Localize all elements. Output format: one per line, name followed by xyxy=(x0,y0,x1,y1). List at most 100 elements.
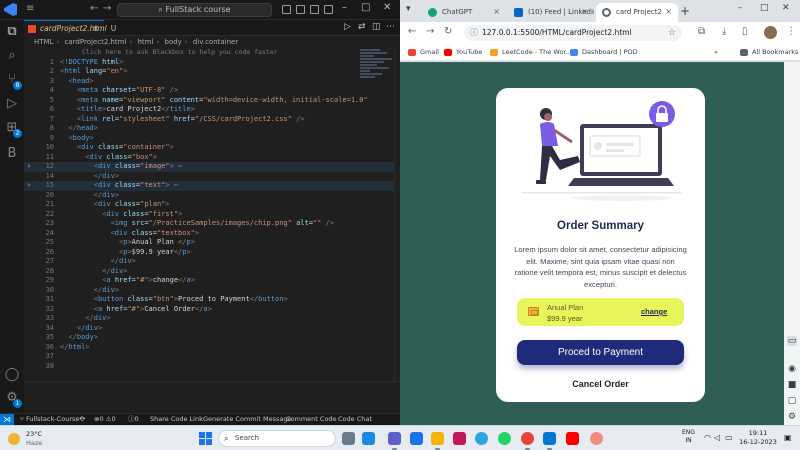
breadcrumb-item[interactable]: body xyxy=(165,38,182,46)
vscode-icon[interactable] xyxy=(543,432,556,450)
code-editor[interactable]: Click here to ask Blackbox to help you c… xyxy=(24,48,400,381)
code-line[interactable]: 14 </div> xyxy=(24,172,400,182)
code-line[interactable]: 8 </head> xyxy=(24,124,400,134)
weather-widget[interactable]: 23°C Haze xyxy=(8,429,68,449)
profile-avatar[interactable] xyxy=(764,26,777,39)
fold-chevron-icon[interactable]: › xyxy=(24,181,34,191)
code-line[interactable]: 32 <a href="#">Cancel Order</a> xyxy=(24,305,400,315)
app-icon[interactable] xyxy=(453,432,466,445)
customize-layout-icon[interactable] xyxy=(324,5,333,14)
blackbox-hint[interactable]: Click here to ask Blackbox to help you c… xyxy=(82,48,278,56)
telegram-icon[interactable] xyxy=(475,432,488,445)
code-line[interactable]: 23 <img src="/PracticeSamples/images/chi… xyxy=(24,219,400,229)
cancel-order-link[interactable]: Cancel Order xyxy=(496,379,705,389)
comment-code[interactable]: Comment Code xyxy=(286,414,337,425)
change-plan-link[interactable]: change xyxy=(641,307,667,316)
chrome-menu-icon[interactable]: ⋮ xyxy=(786,26,796,37)
code-line[interactable]: 27 </div> xyxy=(24,257,400,267)
problems-status[interactable]: ⊗0 ⚠0 xyxy=(94,414,116,425)
breadcrumb-item[interactable]: div.container xyxy=(193,38,238,46)
code-line[interactable]: 29 <a href="#">change</a> xyxy=(24,276,400,286)
code-line[interactable]: 5 <meta name="viewport" content="width=d… xyxy=(24,96,400,106)
code-chat[interactable]: Code Chat xyxy=(338,414,372,425)
bookmark-youtube[interactable]: YouTube xyxy=(444,44,482,61)
source-control-icon[interactable]: ⑂ 8 xyxy=(4,72,22,90)
minimize-icon[interactable]: – xyxy=(738,3,743,13)
code-line[interactable]: 26 <p>$99.9 year</p> xyxy=(24,248,400,258)
breadcrumb-item[interactable]: html xyxy=(138,38,154,46)
code-line[interactable]: 20 </div> xyxy=(24,191,400,201)
wifi-icon[interactable]: ◠ xyxy=(704,433,711,442)
language-indicator[interactable]: ENG IN xyxy=(682,429,695,445)
code-line[interactable]: 35 </body> xyxy=(24,333,400,343)
code-line[interactable]: 3 <head> xyxy=(24,77,400,87)
code-line[interactable]: 31 <button class="btn">Proced to Payment… xyxy=(24,295,400,305)
tab-close-icon[interactable]: × xyxy=(493,3,500,21)
code-line[interactable]: 9 <body> xyxy=(24,134,400,144)
screen-icon[interactable]: ▢ xyxy=(787,396,797,406)
tab-close-icon[interactable]: × xyxy=(581,3,588,21)
code-line[interactable]: 37 xyxy=(24,352,400,362)
taskbar-search[interactable]: ⌕ Search xyxy=(218,430,336,447)
teams-icon[interactable] xyxy=(388,432,401,450)
toggle-panel-icon[interactable] xyxy=(296,5,305,14)
settings-gear-icon[interactable]: ⚙ xyxy=(787,412,797,422)
split-editor-icon[interactable]: ◫ xyxy=(372,22,381,32)
file-explorer-icon[interactable] xyxy=(431,432,444,450)
code-line[interactable]: 28 </div> xyxy=(24,267,400,277)
code-line[interactable]: 2 <html lang="en"> xyxy=(24,67,400,77)
code-line[interactable]: 22 <div class="first"> xyxy=(24,210,400,220)
toggle-primary-sidebar-icon[interactable] xyxy=(282,5,291,14)
battery-icon[interactable]: ▭ xyxy=(725,433,733,442)
branch-status[interactable]: ⑂ Fullstack-Course* xyxy=(20,414,83,425)
breadcrumb-item[interactable]: HTML xyxy=(34,38,53,46)
clock[interactable]: 19:11 16-12-2023 xyxy=(738,429,778,447)
whatsapp-icon[interactable] xyxy=(498,432,511,445)
manage-gear-icon[interactable]: ⚙ 1 xyxy=(4,390,22,408)
reload-icon[interactable]: ↻ xyxy=(444,26,452,37)
command-search-box[interactable]: ⌕ FullStack course xyxy=(117,3,272,17)
forward-arrow-icon[interactable]: → xyxy=(426,26,434,37)
code-line[interactable]: 11 <div class="box"> xyxy=(24,153,400,163)
close-icon[interactable]: ✕ xyxy=(383,2,391,13)
more-bookmarks-chevron-icon[interactable]: » xyxy=(714,44,718,61)
chrome-icon[interactable] xyxy=(521,432,534,450)
sync-icon[interactable]: ⟳ xyxy=(80,414,85,425)
site-info-icon[interactable]: ⓘ xyxy=(470,25,478,41)
run-debug-icon[interactable]: ▷ xyxy=(4,96,20,112)
back-arrow-icon[interactable]: ← xyxy=(90,3,98,14)
volume-icon[interactable]: ◁ xyxy=(714,433,720,442)
maximize-icon[interactable]: □ xyxy=(361,2,370,13)
chrome-profile-icon[interactable] xyxy=(590,432,603,445)
explorer-icon[interactable]: ⧉ xyxy=(4,24,20,40)
tab-card-project2[interactable]: card Project2 × xyxy=(596,3,678,22)
notifications-icon[interactable]: ▣ xyxy=(784,433,792,442)
open-changes-icon[interactable]: ⇄ xyxy=(358,22,366,32)
download-icon[interactable]: ⤓ xyxy=(722,26,726,37)
tab-linkedin[interactable]: (10) Feed | LinkedIn × xyxy=(508,3,594,22)
tab-chatgpt[interactable]: ChatGPT × xyxy=(422,3,506,22)
code-line[interactable]: 4 <meta charset="UTF-8" /> xyxy=(24,86,400,96)
tab-close-icon[interactable]: × xyxy=(665,3,672,21)
code-line[interactable]: 6 <title>card Project2</title> xyxy=(24,105,400,115)
code-line[interactable]: 36 </html> xyxy=(24,343,400,353)
info-status[interactable]: ⓘ0 xyxy=(128,414,139,425)
breadcrumb-item[interactable]: cardProject2.html xyxy=(65,38,127,46)
code-line[interactable]: 33 </div> xyxy=(24,314,400,324)
all-bookmarks-folder[interactable]: All Bookmarks xyxy=(740,44,798,61)
maximize-icon[interactable]: □ xyxy=(760,3,769,13)
forward-arrow-icon[interactable]: → xyxy=(103,3,111,14)
youtube-app-icon[interactable] xyxy=(566,432,579,445)
search-icon[interactable]: ⌕ xyxy=(4,48,20,64)
more-actions-icon[interactable]: ⋯ xyxy=(386,22,395,32)
code-line[interactable]: 12 › <div class="image"> ⋯ xyxy=(24,162,400,172)
video-icon[interactable]: ■ xyxy=(787,380,797,390)
windows-start-icon[interactable] xyxy=(199,432,212,445)
accounts-icon[interactable]: ◯ xyxy=(4,367,20,383)
code-line[interactable]: 24 <div class="textbox"> xyxy=(24,229,400,239)
bookmark-leetcode[interactable]: LeetCode - The Wor... xyxy=(490,44,572,61)
code-line[interactable]: 25 <p>Anual Plan </p> xyxy=(24,238,400,248)
bookmark-dashboard[interactable]: Dashboard | POD xyxy=(570,44,638,61)
toggle-secondary-sidebar-icon[interactable] xyxy=(310,5,319,14)
close-icon[interactable]: ✕ xyxy=(782,3,790,13)
